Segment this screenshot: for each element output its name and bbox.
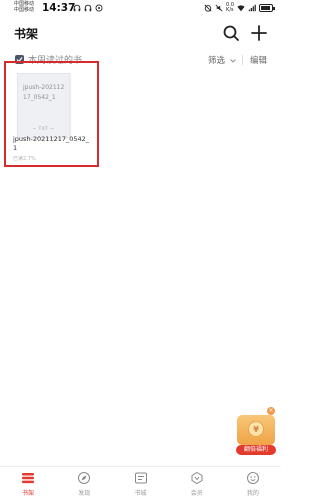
page-title: 书架	[14, 27, 39, 41]
headphones-icon-2	[84, 4, 92, 12]
system-icons: 0.0 K/s	[204, 3, 275, 13]
message-icon	[95, 4, 103, 12]
compass-icon	[78, 472, 91, 484]
member-icon	[191, 471, 203, 485]
bookshelf-screen: 中国移动 中国移动 14:37 0.0 K/s 书架 本周读过的书 筛选 编辑 …	[0, 0, 281, 500]
nav-item-bookshelf[interactable]: 书架	[0, 467, 56, 500]
book-cover[interactable]: jpush-20211217_0542_1 ~ TXT ~	[17, 73, 70, 138]
profile-icon	[246, 472, 259, 484]
book-cover-title: jpush-20211217_0542_1	[23, 84, 65, 101]
app-header: 书架	[0, 20, 281, 46]
headphones-icon	[73, 4, 81, 12]
filter-button[interactable]: 筛选	[208, 54, 236, 66]
status-time: 14:37	[42, 2, 76, 14]
alarm-icon	[204, 4, 212, 12]
status-bar: 中国移动 中国移动 14:37 0.0 K/s	[0, 0, 281, 18]
network-speed: 0.0 K/s	[226, 3, 234, 13]
coin-icon: ¥	[248, 421, 264, 437]
signal-icon	[248, 4, 256, 12]
nav-label-bookshelf: 书架	[22, 490, 35, 497]
carrier-info: 中国移动 中国移动	[14, 1, 34, 13]
chevron-down-icon	[229, 58, 236, 63]
battery-icon	[259, 4, 275, 12]
nav-label-store: 书城	[134, 490, 147, 497]
nav-item-discover[interactable]: 发现	[56, 467, 112, 500]
notification-icons	[73, 4, 103, 12]
battery-level	[261, 6, 270, 10]
promo-gift-box: ¥	[237, 415, 275, 445]
nav-label-discover: 发现	[78, 490, 91, 497]
wifi-icon	[237, 5, 245, 12]
network-speed-unit: K/s	[226, 7, 234, 13]
divider	[242, 55, 243, 65]
edit-button[interactable]: 编辑	[250, 54, 267, 66]
store-icon	[134, 472, 147, 484]
nav-label-profile: 我的	[246, 490, 259, 497]
mute-icon	[215, 4, 223, 12]
plus-icon[interactable]	[250, 24, 268, 42]
nav-item-member[interactable]: 会员	[169, 467, 225, 500]
carrier-2: 中国移动	[14, 7, 35, 13]
book-progress: 已读2.7%	[13, 156, 36, 162]
book-title: jpush-20211217_0542_1	[13, 135, 90, 152]
filter-button-label: 筛选	[208, 56, 226, 66]
nav-item-store[interactable]: 书城	[112, 467, 168, 500]
bookshelf-icon	[22, 473, 35, 484]
nav-item-profile[interactable]: 我的	[225, 467, 281, 500]
search-icon[interactable]	[222, 24, 240, 42]
bottom-navigation: 书架 发现 书城 会员 我的	[0, 466, 281, 500]
promo-close-icon[interactable]: ×	[267, 407, 275, 415]
book-item[interactable]: jpush-20211217_0542_1 ~ TXT ~ jpush-2021…	[4, 61, 99, 167]
book-cover-type: ~ TXT ~	[32, 127, 55, 132]
nav-label-member: 会员	[190, 490, 203, 497]
promo-label: 翻倍福利	[236, 445, 276, 455]
promo-badge[interactable]: × ¥ 翻倍福利	[234, 407, 277, 458]
